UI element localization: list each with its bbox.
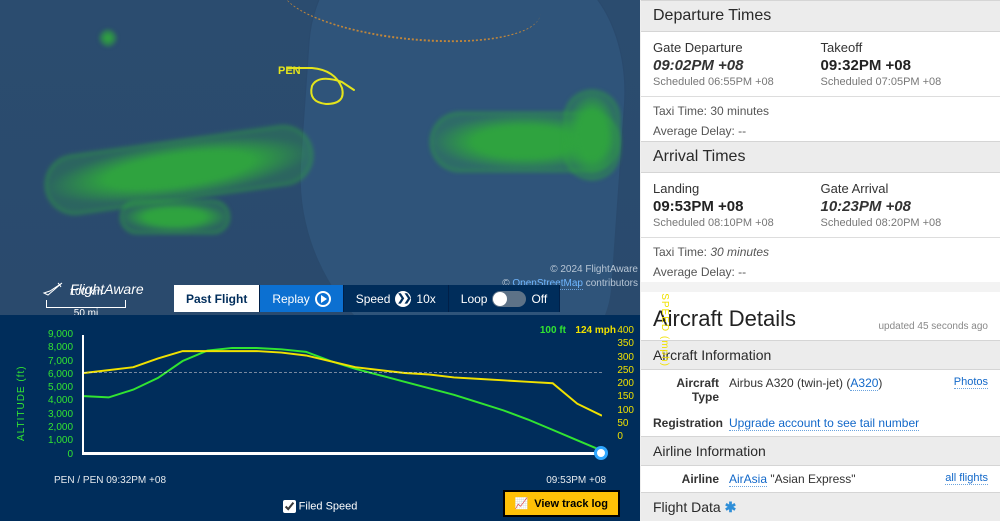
gate-arrival: Gate Arrival 10:23PM +08 Scheduled 08:20…: [821, 181, 989, 229]
aircraft-type-link[interactable]: A320: [850, 376, 878, 391]
aircraft-type-row: Aircraft Type Airbus A320 (twin-jet) (A3…: [641, 370, 1000, 410]
chart-x-end: 09:53PM +08: [546, 475, 606, 486]
updated-ago: updated 45 seconds ago: [878, 321, 988, 332]
takeoff: Takeoff 09:32PM +08 Scheduled 07:05PM +0…: [821, 40, 989, 88]
arr-taxi-time: Taxi Time: 30 minutes: [641, 242, 1000, 262]
speed-button[interactable]: Speed10x: [344, 285, 449, 312]
filed-speed-line: [84, 372, 602, 373]
fast-forward-icon: [395, 290, 411, 307]
registration-row: Registration Upgrade account to see tail…: [641, 410, 1000, 436]
map-scale: 100 km 50 mi: [46, 287, 126, 315]
departure-times-header: Departure Times: [641, 0, 1000, 32]
airline-info-header: Airline Information: [641, 436, 1000, 466]
flight-map[interactable]: PEN FlightAware 100 km 50 mi © 2024 Flig…: [0, 0, 640, 315]
y-right-title: SPEED (mph): [659, 293, 670, 367]
play-icon: [315, 291, 331, 307]
chart-x-start: PEN / PEN 09:32PM +08: [54, 475, 166, 486]
airport-label: PEN: [278, 65, 301, 77]
replay-controls: Past Flight Replay Speed10x LoopOff: [174, 285, 560, 312]
all-flights-link[interactable]: all flights: [945, 472, 988, 485]
replay-button[interactable]: Replay: [260, 285, 343, 312]
y-right-ticks: 400350300250200150100500: [617, 325, 634, 445]
aircraft-details-title: Aircraft Details updated 45 seconds ago: [641, 282, 1000, 340]
chart-plot-area[interactable]: [82, 335, 602, 455]
weather-blob: [100, 30, 116, 46]
past-flight-tab[interactable]: Past Flight: [174, 285, 260, 312]
gear-icon[interactable]: [725, 499, 737, 515]
scrubber-handle[interactable]: [594, 446, 608, 460]
dep-taxi-time: Taxi Time: 30 minutes: [641, 101, 1000, 121]
altitude-speed-chart: ALTITUDE (ft) SPEED (mph) 9,0008,0007,00…: [0, 315, 640, 521]
toggle-off-icon: [492, 291, 526, 307]
weather-blob: [120, 200, 230, 234]
details-panel: Departure Times Gate Departure 09:02PM +…: [640, 0, 1000, 521]
view-track-log-button[interactable]: View track log: [503, 490, 620, 517]
loop-toggle[interactable]: LoopOff: [449, 285, 561, 312]
airline-link[interactable]: AirAsia: [729, 472, 767, 487]
photos-link[interactable]: Photos: [954, 376, 988, 389]
gate-departure: Gate Departure 09:02PM +08 Scheduled 06:…: [653, 40, 821, 88]
aircraft-info-header: Aircraft Information: [641, 340, 1000, 370]
dep-avg-delay: Average Delay: --: [641, 121, 1000, 141]
airline-row: Airline AirAsia "Asian Express" all flig…: [641, 466, 1000, 492]
landing: Landing 09:53PM +08 Scheduled 08:10PM +0…: [653, 181, 821, 229]
upgrade-link[interactable]: Upgrade account to see tail number: [729, 416, 919, 431]
y-left-ticks: 9,0008,0007,0006,0005,0004,0003,0002,000…: [48, 329, 73, 462]
weather-blob: [564, 90, 620, 180]
filed-speed-checkbox[interactable]: [283, 500, 296, 513]
flight-data-header: Flight Data: [641, 492, 1000, 521]
y-left-title: ALTITUDE (ft): [16, 365, 27, 441]
chart-lines: [84, 335, 602, 452]
graph-icon: [515, 497, 529, 510]
arrival-times-header: Arrival Times: [641, 141, 1000, 173]
arr-avg-delay: Average Delay: --: [641, 262, 1000, 282]
